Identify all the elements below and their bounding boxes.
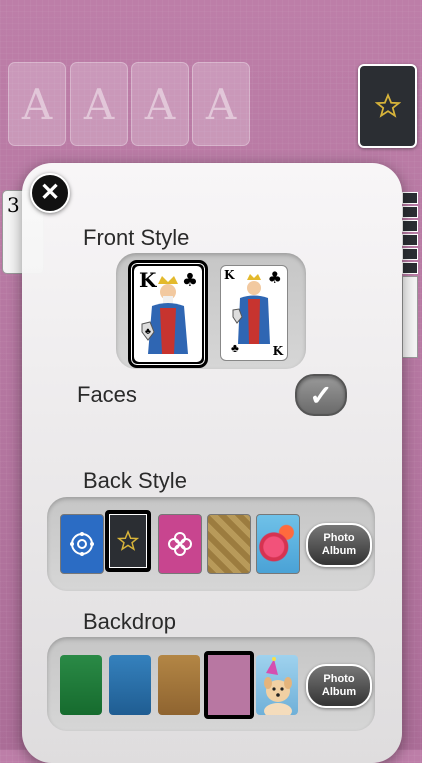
backdrop-option-puppy-photo[interactable]	[256, 655, 298, 719]
back-option-star[interactable]	[105, 510, 151, 572]
circle-pattern-icon	[70, 532, 94, 556]
faces-checkbox[interactable]: ✓	[295, 374, 347, 416]
backdrop-label: Backdrop	[83, 609, 176, 634]
foundation-letter: A	[144, 79, 176, 129]
front-style-option-large[interactable]: K ♣ ♣	[128, 260, 208, 368]
close-icon: ✕	[39, 179, 61, 206]
back-option-flowers-photo[interactable]	[256, 514, 300, 574]
foundation-letter: A	[83, 79, 115, 129]
foundation-2[interactable]: A	[70, 62, 128, 146]
foundation-1[interactable]: A	[8, 62, 66, 146]
star-icon	[374, 93, 401, 118]
close-button[interactable]: ✕	[30, 173, 70, 213]
backdrop-option-pink[interactable]	[204, 651, 254, 719]
checkmark-icon: ✓	[309, 379, 333, 411]
star-icon	[117, 530, 139, 551]
back-style-label: Back Style	[83, 468, 187, 493]
backdrop-photo-album-button[interactable]: Photo Album	[306, 664, 372, 708]
backdrop-option-green[interactable]	[60, 655, 102, 715]
photo-album-label: Photo Album	[321, 532, 357, 557]
photo-album-label: Photo Album	[321, 673, 357, 698]
svg-text:♣: ♣	[145, 326, 151, 336]
back-option-blue-pattern[interactable]	[60, 514, 104, 574]
backdrop-option-blue[interactable]	[109, 655, 151, 715]
king-figure-icon: ♣	[231, 274, 270, 355]
card-rank: 3	[7, 193, 20, 217]
foundation-letter: A	[21, 79, 53, 129]
back-style-photo-album-button[interactable]: Photo Album	[306, 523, 372, 567]
foundation-3[interactable]: A	[131, 62, 189, 146]
faces-label: Faces	[77, 382, 137, 407]
front-style-label: Front Style	[83, 225, 190, 250]
puppy-icon	[264, 657, 292, 719]
backdrop-option-tan[interactable]	[158, 655, 200, 715]
back-option-flower[interactable]	[158, 514, 202, 574]
flower-icon	[168, 532, 192, 556]
foundation-letter: A	[205, 79, 237, 129]
foundation-4[interactable]: A	[192, 62, 250, 146]
stock-pile[interactable]	[358, 64, 417, 148]
tableau-stack	[402, 192, 418, 358]
front-style-option-small[interactable]: K ♣ K ♣	[220, 265, 288, 361]
back-option-diamond-pattern[interactable]	[207, 514, 251, 574]
svg-text:♣: ♣	[231, 341, 239, 355]
king-figure-icon: ♣	[141, 276, 188, 354]
